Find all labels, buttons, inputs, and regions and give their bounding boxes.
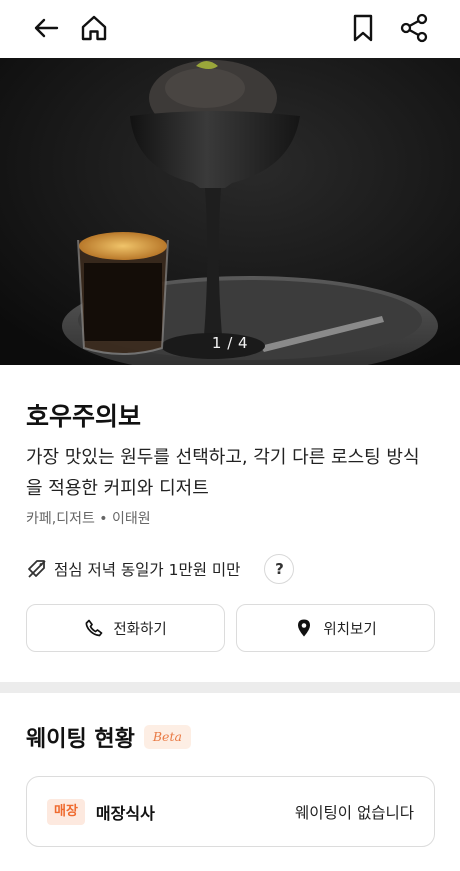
back-button[interactable] bbox=[28, 10, 64, 46]
call-button-label: 전화하기 bbox=[113, 621, 167, 638]
price-tag-icon bbox=[28, 560, 46, 578]
section-divider bbox=[0, 682, 460, 693]
bookmark-button[interactable] bbox=[345, 10, 381, 46]
waiting-title: 웨이팅 현황 bbox=[26, 727, 135, 752]
bookmark-icon bbox=[353, 14, 373, 42]
arrow-left-icon bbox=[34, 18, 59, 38]
share-button[interactable] bbox=[396, 10, 432, 46]
store-info: 호우주의보 가장 맛있는 원두를 선택하고, 각기 다른 로스팅 방식을 적용한… bbox=[26, 400, 436, 529]
map-pin-icon bbox=[298, 619, 311, 637]
dine-in-tag: 매장 bbox=[47, 798, 85, 825]
store-description: 가장 맛있는 원두를 선택하고, 각기 다른 로스팅 방식을 적용한 커피와 디… bbox=[26, 447, 420, 499]
location-button-label: 위치보기 bbox=[323, 621, 377, 638]
call-button[interactable]: 전화하기 bbox=[26, 604, 225, 652]
store-category-location: 카페,디저트 • 이태원 bbox=[26, 511, 151, 527]
waiting-card[interactable]: 매장 매장식사 웨이팅이 없습니다 bbox=[26, 776, 435, 847]
waiting-status: 웨이팅이 없습니다 bbox=[294, 803, 414, 822]
store-name: 호우주의보 bbox=[26, 402, 142, 431]
price-help-button[interactable]: ? bbox=[264, 554, 295, 584]
location-button[interactable]: 위치보기 bbox=[236, 604, 435, 652]
home-button[interactable] bbox=[76, 10, 112, 46]
price-info-row: 점심 저녁 동일가 1만원 미만 ? bbox=[26, 554, 295, 584]
top-bar bbox=[0, 0, 460, 58]
phone-icon bbox=[85, 619, 103, 637]
waiting-header: 웨이팅 현황 Beta bbox=[26, 721, 191, 753]
dessert-photo bbox=[0, 58, 460, 365]
share-icon bbox=[400, 13, 428, 43]
beta-badge: Beta bbox=[143, 725, 191, 749]
carousel-pager: 1 / 4 bbox=[211, 334, 249, 352]
home-icon bbox=[81, 15, 107, 41]
waiting-type: 매장식사 bbox=[95, 803, 155, 823]
price-info-text: 점심 저녁 동일가 1만원 미만 bbox=[54, 561, 241, 579]
store-photo-carousel[interactable]: 1 / 4 bbox=[0, 58, 460, 365]
